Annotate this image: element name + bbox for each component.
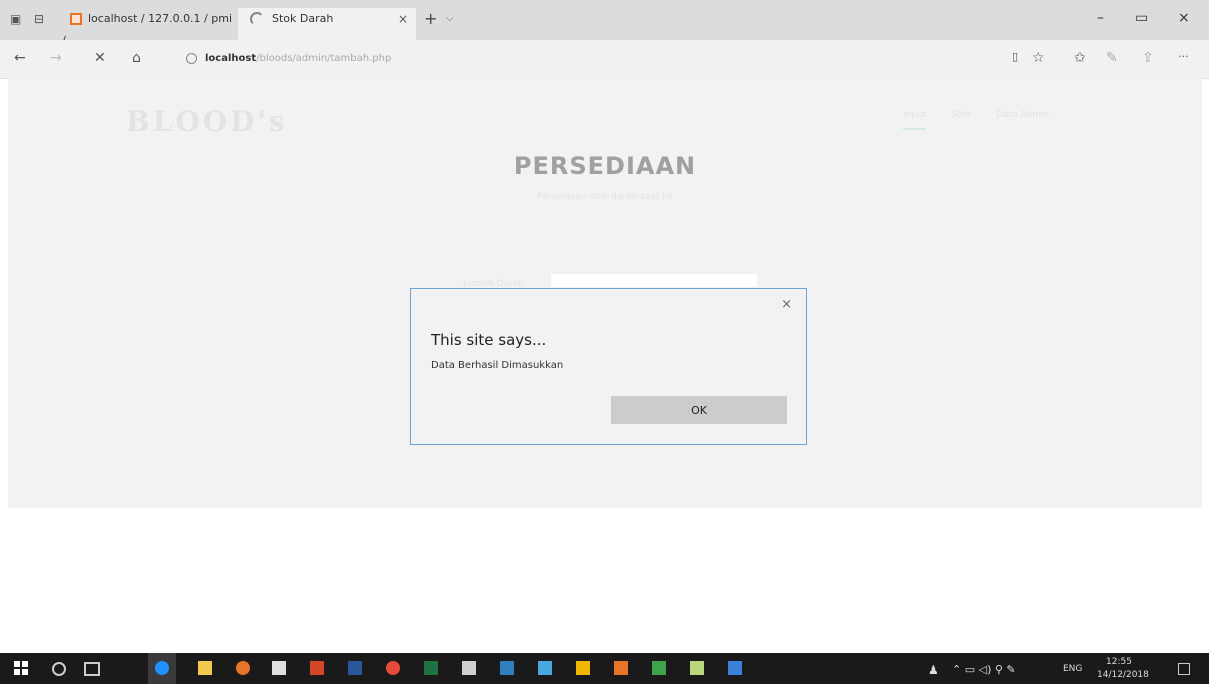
chrome-icon[interactable] xyxy=(386,661,400,675)
powerpoint-icon[interactable] xyxy=(310,661,324,675)
nav-link-data-admin[interactable]: Data Admin xyxy=(996,110,1049,120)
store-icon[interactable] xyxy=(272,661,286,675)
app-icon[interactable] xyxy=(538,661,552,675)
home-icon[interactable]: ⌂ xyxy=(132,50,141,66)
favorite-star-icon[interactable]: ☆ xyxy=(1032,50,1045,66)
people-icon[interactable]: ♟ xyxy=(928,663,939,677)
word-icon[interactable] xyxy=(348,661,362,675)
clock-date[interactable]: 14/12/2018 xyxy=(1097,670,1149,680)
loading-spinner-icon xyxy=(250,12,264,26)
alert-dialog: × This site says... Data Berhasil Dimasu… xyxy=(410,288,807,445)
file-explorer-icon[interactable] xyxy=(198,661,212,675)
app-icon[interactable] xyxy=(728,661,742,675)
firefox-icon[interactable] xyxy=(236,661,250,675)
form-input[interactable] xyxy=(551,274,757,287)
favorites-list-icon[interactable]: ✩ xyxy=(1074,50,1086,66)
task-view-icon[interactable] xyxy=(84,662,100,676)
language-indicator[interactable]: ENG xyxy=(1063,664,1082,674)
app-icon[interactable] xyxy=(462,661,476,675)
tab-list-dropdown-icon[interactable]: ⌵ xyxy=(446,13,454,24)
share-icon[interactable]: ⇪ xyxy=(1142,50,1154,66)
address-path: /bloods/admin/tambah.php xyxy=(256,53,392,64)
edge-icon[interactable] xyxy=(155,661,169,675)
close-window-button[interactable]: × xyxy=(1178,10,1190,26)
dialog-title: This site says... xyxy=(431,331,547,349)
ok-button[interactable]: OK xyxy=(611,396,787,424)
search-icon[interactable] xyxy=(52,662,66,676)
app-icon[interactable] xyxy=(690,661,704,675)
app-icon[interactable] xyxy=(576,661,590,675)
tab-close-icon[interactable]: × xyxy=(398,8,408,30)
site-nav: Input Stok Data Admin xyxy=(903,110,1071,130)
site-logo[interactable]: BLOOD's xyxy=(126,105,288,138)
tab-localhost-pma[interactable]: localhost / 127.0.0.1 / pmi / xyxy=(62,8,237,47)
site-info-icon[interactable] xyxy=(186,52,197,64)
pen-icon[interactable]: ✎ xyxy=(1106,50,1118,66)
system-tray-icons[interactable]: ⌃ ▭ ◁) ⚲ ✎ xyxy=(952,663,1016,676)
minimize-button[interactable]: – xyxy=(1097,10,1104,26)
dialog-message: Data Berhasil Dimasukkan xyxy=(431,360,564,371)
set-aside-tabs-icon[interactable]: ▣ xyxy=(10,12,21,26)
tab-stok-darah[interactable]: Stok Darah × xyxy=(238,8,416,40)
browser-nav-bar: ← → ✕ ⌂ localhost/bloods/admin/tambah.ph… xyxy=(0,40,1209,79)
address-bar[interactable]: localhost/bloods/admin/tambah.php xyxy=(178,45,998,73)
nav-link-stok[interactable]: Stok xyxy=(951,110,971,120)
forward-icon[interactable]: → xyxy=(50,50,62,66)
clock-time[interactable]: 12:55 xyxy=(1106,657,1132,667)
app-icon[interactable] xyxy=(500,661,514,675)
more-icon[interactable]: ··· xyxy=(1178,50,1189,63)
maximize-button[interactable]: ▭ xyxy=(1135,10,1148,26)
excel-icon[interactable] xyxy=(424,661,438,675)
reading-view-icon[interactable]: ▯ xyxy=(1012,50,1018,63)
notifications-icon[interactable] xyxy=(1178,663,1190,675)
page-title: PERSEDIAAN xyxy=(513,152,697,180)
dialog-close-icon[interactable]: × xyxy=(781,297,792,312)
app-icon[interactable] xyxy=(652,661,666,675)
page-subtitle: Persediaan stok darah saat ini xyxy=(537,192,673,202)
nav-link-input[interactable]: Input xyxy=(903,110,927,130)
stop-icon[interactable]: ✕ xyxy=(94,50,106,66)
favicon-icon xyxy=(70,13,82,25)
taskbar: ♟ ⌃ ▭ ◁) ⚲ ✎ ENG 12:55 14/12/2018 xyxy=(0,653,1209,684)
app-icon[interactable] xyxy=(614,661,628,675)
tab-preview-icon[interactable]: ⊟ xyxy=(34,12,44,26)
address-host: localhost xyxy=(205,53,257,64)
new-tab-icon[interactable]: + xyxy=(424,11,437,27)
windows-start-icon[interactable] xyxy=(14,661,28,675)
tab-label: Stok Darah xyxy=(272,12,334,25)
browser-tab-bar: ▣ ⊟ localhost / 127.0.0.1 / pmi / Stok D… xyxy=(0,0,1209,47)
back-icon[interactable]: ← xyxy=(14,50,26,66)
